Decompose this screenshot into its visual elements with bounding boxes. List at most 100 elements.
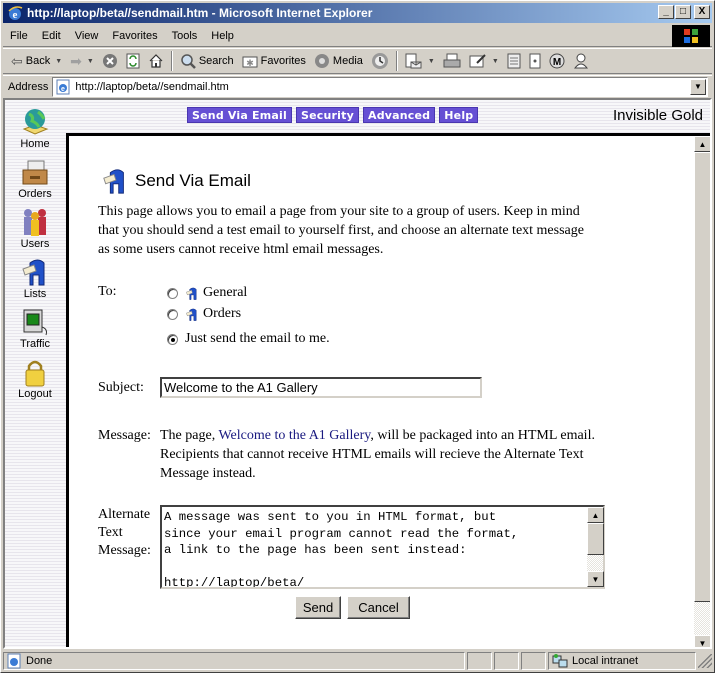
menu-favorites[interactable]: Favorites — [105, 30, 164, 42]
page-scroll-down-button[interactable]: ▼ — [694, 635, 710, 647]
mail-button[interactable]: ▼ — [401, 50, 439, 72]
radio-label: Just send the email to me. — [185, 331, 330, 346]
menu-file[interactable]: File — [3, 30, 35, 42]
recipient-option-orders[interactable]: Orders — [167, 306, 241, 322]
minimize-button[interactable]: _ — [658, 5, 674, 19]
tab-send-via-email[interactable]: Send Via Email — [187, 107, 293, 123]
sidebar-item-logout[interactable]: Logout — [5, 356, 65, 406]
home-icon — [149, 54, 163, 68]
page-title-text: Send Via Email — [135, 171, 251, 190]
radio-me[interactable] — [167, 333, 178, 345]
page-scroll-thumb[interactable] — [694, 152, 710, 602]
svg-text:e: e — [13, 9, 18, 21]
stop-button[interactable] — [98, 50, 122, 72]
discuss-icon — [507, 53, 521, 69]
address-dropdown-button[interactable]: ▼ — [690, 78, 706, 95]
standard-toolbar: ⇦ Back ▼ ➡ ▼ Search ✱ Favorites Media ▼ … — [3, 48, 712, 74]
edit-dropdown-icon[interactable]: ▼ — [492, 58, 499, 65]
tab-help[interactable]: Help — [439, 107, 479, 123]
sidebar-label: Users — [20, 238, 50, 250]
maximize-button[interactable]: □ — [675, 5, 691, 19]
status-text: Done — [26, 655, 53, 667]
svg-text:e: e — [61, 86, 65, 93]
edit-button[interactable]: ▼ — [465, 50, 503, 72]
menu-bar: File Edit View Favorites Tools Help — [3, 25, 712, 47]
ie-logo-icon: e — [8, 6, 23, 21]
scroll-down-button[interactable]: ▼ — [587, 571, 604, 587]
home-button[interactable] — [144, 50, 168, 72]
status-cell — [494, 652, 519, 670]
back-label: Back — [25, 55, 51, 67]
recipient-option-general[interactable]: General — [167, 285, 247, 301]
menu-tools[interactable]: Tools — [165, 30, 205, 42]
resize-grip[interactable] — [698, 654, 712, 668]
search-button[interactable]: Search — [176, 50, 238, 72]
history-icon — [371, 53, 388, 69]
recipient-option-me[interactable]: Just send the email to me. — [167, 331, 330, 347]
sidebar-item-orders[interactable]: Orders — [5, 156, 65, 206]
alt-label-line1: Alternate — [98, 507, 151, 522]
page-icon: e — [56, 79, 70, 94]
message-page-link[interactable]: Welcome to the A1 Gallery — [218, 428, 370, 443]
page-scroll-up-button[interactable]: ▲ — [694, 136, 710, 152]
cancel-button[interactable]: Cancel — [347, 596, 410, 619]
title-bar: e http://laptop/beta//sendmail.htm - Mic… — [3, 3, 712, 23]
subject-label: Subject: — [98, 380, 144, 395]
site-sidebar: Home Orders Users Lists Traffic Logout — [5, 106, 65, 406]
sidebar-label: Lists — [23, 288, 47, 300]
page-title: Send Via Email — [101, 166, 251, 196]
page-scrollbar[interactable]: ▲ ▼ — [694, 136, 710, 647]
scroll-up-button[interactable]: ▲ — [587, 507, 604, 523]
sidebar-item-users[interactable]: Users — [5, 206, 65, 256]
media-button[interactable]: Media — [310, 50, 367, 72]
send-button[interactable]: Send — [295, 596, 341, 619]
forward-button[interactable]: ➡ ▼ — [66, 50, 98, 72]
textarea-scrollbar[interactable]: ▲ ▼ — [587, 507, 604, 587]
users-icon — [24, 209, 46, 236]
to-label: To: — [98, 284, 117, 299]
menu-view[interactable]: View — [68, 30, 106, 42]
research-button[interactable] — [525, 50, 545, 72]
print-button[interactable] — [439, 50, 465, 72]
tab-security[interactable]: Security — [296, 107, 359, 123]
msn-icon: M — [549, 53, 565, 69]
menu-help[interactable]: Help — [204, 30, 241, 42]
forward-arrow-icon: ➡ — [70, 52, 82, 69]
favorites-button[interactable]: ✱ Favorites — [238, 50, 310, 72]
mailbox-icon — [103, 169, 124, 194]
mailbox-icon — [186, 287, 197, 300]
sidebar-label: Home — [20, 138, 50, 150]
sidebar-item-traffic[interactable]: Traffic — [5, 306, 65, 356]
refresh-button[interactable] — [122, 50, 144, 72]
radio-general[interactable] — [167, 287, 178, 299]
back-dropdown-icon[interactable]: ▼ — [55, 58, 62, 65]
tab-advanced[interactable]: Advanced — [362, 107, 436, 123]
sidebar-item-home[interactable]: Home — [5, 106, 65, 156]
mail-dropdown-icon[interactable]: ▼ — [428, 58, 435, 65]
back-button[interactable]: ⇦ Back ▼ — [7, 50, 66, 72]
close-button[interactable]: X — [694, 5, 710, 19]
scroll-thumb[interactable] — [587, 523, 604, 555]
alternate-text-textarea[interactable]: A message was sent to you in HTML format… — [160, 505, 605, 589]
history-button[interactable] — [367, 50, 393, 72]
windows-logo-icon — [672, 25, 710, 47]
contacts-icon — [573, 53, 588, 69]
subject-input[interactable]: Welcome to the A1 Gallery — [160, 377, 482, 398]
discuss-button[interactable] — [503, 50, 525, 72]
messenger-button[interactable]: M — [545, 50, 569, 72]
status-cell — [521, 652, 546, 670]
back-arrow-icon: ⇦ — [11, 52, 23, 69]
forward-dropdown-icon[interactable]: ▼ — [87, 58, 94, 65]
sidebar-label: Orders — [18, 188, 52, 200]
intranet-icon — [552, 654, 568, 668]
mail-icon — [405, 53, 422, 69]
monitor-icon — [23, 309, 47, 336]
menu-edit[interactable]: Edit — [35, 30, 68, 42]
security-zone: Local intranet — [548, 652, 696, 670]
contacts-button[interactable] — [569, 50, 593, 72]
radio-orders[interactable] — [167, 308, 178, 320]
favorites-icon: ✱ — [242, 56, 258, 68]
address-input[interactable]: e http://laptop/beta//sendmail.htm ▼ — [52, 76, 708, 97]
sidebar-item-lists[interactable]: Lists — [5, 256, 65, 306]
site-brand: Invisible Gold — [612, 107, 703, 124]
